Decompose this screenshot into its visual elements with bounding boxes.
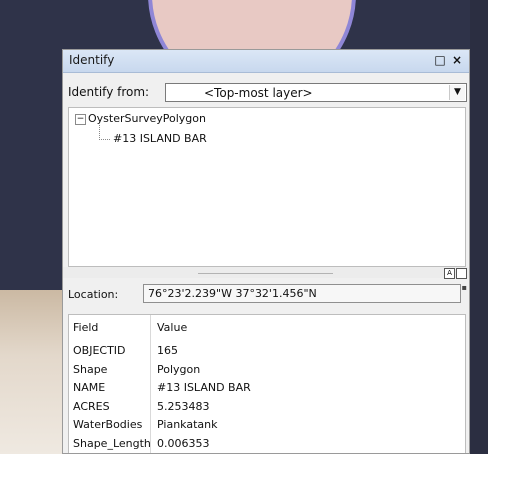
chevron-down-icon[interactable]: ▼ [449,85,465,100]
identify-from-value: <Top-most layer> [204,86,313,100]
field-name-cell: Shape [73,362,108,376]
field-value-cell: Polygon [157,362,201,376]
field-name-cell: ACRES [73,399,110,413]
attribute-table: Field Value OBJECTID 165 Shape Polygon NAME #… [68,314,466,453]
location-row: Location: 76°23'2.239"W 37°32'1.456"N ▪ [63,281,469,307]
collapse-icon[interactable]: − [75,113,86,125]
header-value[interactable]: Value [157,321,187,334]
background-right-edge [470,0,488,454]
split-layout-icon[interactable]: A [444,268,455,279]
table-row[interactable]: Shape_Length 0.006353 [69,435,465,453]
tree-connector [99,125,110,140]
location-field[interactable]: 76°23'2.239"W 37°32'1.456"N [143,284,461,303]
field-value-cell: #13 ISLAND BAR [157,381,251,395]
window-title: Identify [69,53,115,67]
table-row[interactable]: OBJECTID 165 [69,342,465,360]
table-row[interactable]: ACRES 5.253483 [69,398,465,416]
identify-window: Identify □ × Identify from: <Top-most la… [62,49,470,454]
field-name-cell: Shape_Length [73,437,151,450]
results-tree: − OysterSurveyPolygon #13 ISLAND BAR [68,107,466,267]
header-field[interactable]: Field [73,321,98,334]
identify-from-label: Identify from: [68,85,150,99]
table-row[interactable]: NAME #13 ISLAND BAR [69,379,465,397]
table-row[interactable]: Shape Polygon [69,361,465,379]
field-name-cell: WaterBodies [73,418,143,432]
field-value-cell: Piankatank [157,418,218,432]
field-name-cell: OBJECTID [73,344,126,357]
table-row[interactable]: WaterBodies Piankatank [69,416,465,434]
pane-splitter[interactable]: A [63,267,469,279]
location-menu-icon[interactable]: ▪ [462,283,467,292]
tree-item-layer[interactable]: − OysterSurveyPolygon [75,112,206,125]
close-icon[interactable]: × [450,52,464,68]
tree-item-feature[interactable]: #13 ISLAND BAR [113,132,207,145]
restore-icon[interactable]: □ [433,52,447,68]
tree-layer-label: OysterSurveyPolygon [88,112,206,125]
splitter-grip [198,273,333,274]
field-value-cell: 0.006353 [157,437,210,450]
split-toggle-icon[interactable] [456,268,467,279]
identify-from-dropdown[interactable]: <Top-most layer> ▼ [165,83,467,102]
location-label: Location: [68,288,119,301]
field-value-cell: 5.253483 [157,399,210,413]
field-name-cell: NAME [73,381,106,395]
field-value-cell: 165 [157,344,178,357]
title-bar[interactable]: Identify □ × [63,50,469,73]
table-header-row: Field Value [69,319,465,337]
